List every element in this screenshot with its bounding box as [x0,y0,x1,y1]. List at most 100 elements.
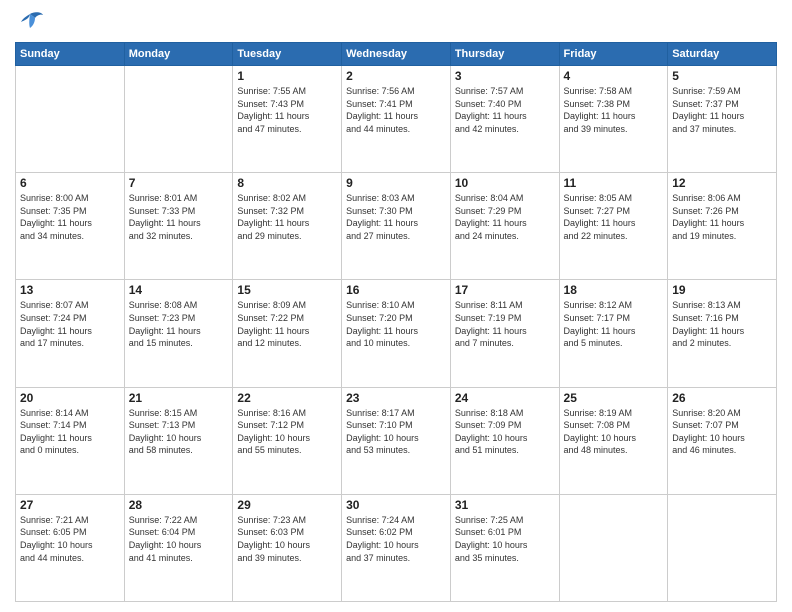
calendar-cell: 30Sunrise: 7:24 AM Sunset: 6:02 PM Dayli… [342,494,451,601]
calendar-cell: 16 Sunrise: 8:10 AM Sunset: 7:20 PM Dayli… [342,280,451,387]
day-number: 2 [346,69,446,83]
day-info: Sunrise: 7:21 AM Sunset: 6:05 PM Dayligh… [20,514,120,564]
day-info: Sunrise: 8:10 AM Sunset: 7:20 PM Dayligh… [346,299,446,349]
day-number: 5 [672,69,772,83]
day-number: 8 [237,176,337,190]
calendar-cell: 19 Sunrise: 8:13 AM Sunset: 7:16 PM Dayli… [668,280,777,387]
calendar-cell: 25 Sunrise: 8:19 AM Sunset: 7:08 PM Dayli… [559,387,668,494]
calendar-cell: 29 Sunrise: 7:23 AM Sunset: 6:03 PM Dayli… [233,494,342,601]
day-info: Sunrise: 8:01 AM Sunset: 7:33 PM Dayligh… [129,192,229,242]
day-number: 23 [346,391,446,405]
day-number: 11 [564,176,664,190]
day-info: Sunrise: 8:05 AM Sunset: 7:27 PM Dayligh… [564,192,664,242]
day-info: Sunrise: 8:08 AM Sunset: 7:23 PM Dayligh… [129,299,229,349]
day-number: 19 [672,283,772,297]
weekday-header-saturday: Saturday [668,43,777,66]
calendar-cell: 6 Sunrise: 8:00 AM Sunset: 7:35 PM Daylig… [16,173,125,280]
calendar-cell: 11 Sunrise: 8:05 AM Sunset: 7:27 PM Dayli… [559,173,668,280]
day-number: 30 [346,498,446,512]
calendar-cell [559,494,668,601]
calendar-cell: 2 Sunrise: 7:56 AM Sunset: 7:41 PM Daylig… [342,66,451,173]
day-info: Sunrise: 8:02 AM Sunset: 7:32 PM Dayligh… [237,192,337,242]
calendar-cell: 31 Sunrise: 7:25 AM Sunset: 6:01 PM Dayli… [450,494,559,601]
calendar-cell: 8 Sunrise: 8:02 AM Sunset: 7:32 PM Daylig… [233,173,342,280]
calendar-cell: 20 Sunrise: 8:14 AM Sunset: 7:14 PM Dayli… [16,387,125,494]
day-number: 31 [455,498,555,512]
day-number: 29 [237,498,337,512]
day-info: Sunrise: 8:11 AM Sunset: 7:19 PM Dayligh… [455,299,555,349]
day-number: 22 [237,391,337,405]
day-number: 9 [346,176,446,190]
calendar-cell: 24 Sunrise: 8:18 AM Sunset: 7:09 PM Dayli… [450,387,559,494]
day-number: 6 [20,176,120,190]
calendar-cell: 23 Sunrise: 8:17 AM Sunset: 7:10 PM Dayli… [342,387,451,494]
day-info: Sunrise: 8:04 AM Sunset: 7:29 PM Dayligh… [455,192,555,242]
calendar-cell: 9Sunrise: 8:03 AM Sunset: 7:30 PM Daylig… [342,173,451,280]
day-number: 20 [20,391,120,405]
day-info: Sunrise: 7:55 AM Sunset: 7:43 PM Dayligh… [237,85,337,135]
calendar-cell: 22 Sunrise: 8:16 AM Sunset: 7:12 PM Dayli… [233,387,342,494]
day-info: Sunrise: 8:15 AM Sunset: 7:13 PM Dayligh… [129,407,229,457]
day-number: 25 [564,391,664,405]
weekday-header-sunday: Sunday [16,43,125,66]
day-info: Sunrise: 7:56 AM Sunset: 7:41 PM Dayligh… [346,85,446,135]
day-info: Sunrise: 8:20 AM Sunset: 7:07 PM Dayligh… [672,407,772,457]
day-info: Sunrise: 7:57 AM Sunset: 7:40 PM Dayligh… [455,85,555,135]
day-number: 3 [455,69,555,83]
day-number: 10 [455,176,555,190]
week-row-3: 13Sunrise: 8:07 AM Sunset: 7:24 PM Dayli… [16,280,777,387]
page: SundayMondayTuesdayWednesdayThursdayFrid… [0,0,792,612]
weekday-header-row: SundayMondayTuesdayWednesdayThursdayFrid… [16,43,777,66]
calendar-cell [16,66,125,173]
day-info: Sunrise: 7:22 AM Sunset: 6:04 PM Dayligh… [129,514,229,564]
calendar-cell: 12Sunrise: 8:06 AM Sunset: 7:26 PM Dayli… [668,173,777,280]
day-info: Sunrise: 8:07 AM Sunset: 7:24 PM Dayligh… [20,299,120,349]
day-number: 17 [455,283,555,297]
week-row-2: 6 Sunrise: 8:00 AM Sunset: 7:35 PM Daylig… [16,173,777,280]
day-number: 12 [672,176,772,190]
day-number: 27 [20,498,120,512]
calendar-cell: 10 Sunrise: 8:04 AM Sunset: 7:29 PM Dayli… [450,173,559,280]
calendar-cell: 18Sunrise: 8:12 AM Sunset: 7:17 PM Dayli… [559,280,668,387]
week-row-1: 1Sunrise: 7:55 AM Sunset: 7:43 PM Daylig… [16,66,777,173]
day-info: Sunrise: 7:23 AM Sunset: 6:03 PM Dayligh… [237,514,337,564]
week-row-4: 20 Sunrise: 8:14 AM Sunset: 7:14 PM Dayli… [16,387,777,494]
weekday-header-thursday: Thursday [450,43,559,66]
day-info: Sunrise: 8:12 AM Sunset: 7:17 PM Dayligh… [564,299,664,349]
calendar-cell: 3 Sunrise: 7:57 AM Sunset: 7:40 PM Daylig… [450,66,559,173]
day-number: 4 [564,69,664,83]
day-info: Sunrise: 8:16 AM Sunset: 7:12 PM Dayligh… [237,407,337,457]
day-info: Sunrise: 8:00 AM Sunset: 7:35 PM Dayligh… [20,192,120,242]
day-info: Sunrise: 7:59 AM Sunset: 7:37 PM Dayligh… [672,85,772,135]
week-row-5: 27 Sunrise: 7:21 AM Sunset: 6:05 PM Dayli… [16,494,777,601]
day-number: 14 [129,283,229,297]
day-number: 28 [129,498,229,512]
day-info: Sunrise: 8:17 AM Sunset: 7:10 PM Dayligh… [346,407,446,457]
weekday-header-wednesday: Wednesday [342,43,451,66]
calendar-cell: 15 Sunrise: 8:09 AM Sunset: 7:22 PM Dayli… [233,280,342,387]
calendar-cell: 21Sunrise: 8:15 AM Sunset: 7:13 PM Dayli… [124,387,233,494]
calendar-cell [124,66,233,173]
header [15,10,777,34]
day-info: Sunrise: 7:58 AM Sunset: 7:38 PM Dayligh… [564,85,664,135]
day-number: 26 [672,391,772,405]
calendar-cell: 26 Sunrise: 8:20 AM Sunset: 7:07 PM Dayli… [668,387,777,494]
day-info: Sunrise: 8:09 AM Sunset: 7:22 PM Dayligh… [237,299,337,349]
day-number: 16 [346,283,446,297]
day-info: Sunrise: 8:19 AM Sunset: 7:08 PM Dayligh… [564,407,664,457]
weekday-header-tuesday: Tuesday [233,43,342,66]
day-info: Sunrise: 8:14 AM Sunset: 7:14 PM Dayligh… [20,407,120,457]
weekday-header-friday: Friday [559,43,668,66]
day-number: 7 [129,176,229,190]
day-info: Sunrise: 7:25 AM Sunset: 6:01 PM Dayligh… [455,514,555,564]
day-info: Sunrise: 8:18 AM Sunset: 7:09 PM Dayligh… [455,407,555,457]
day-number: 24 [455,391,555,405]
calendar-cell: 17 Sunrise: 8:11 AM Sunset: 7:19 PM Dayli… [450,280,559,387]
calendar-table: SundayMondayTuesdayWednesdayThursdayFrid… [15,42,777,602]
calendar-cell: 27 Sunrise: 7:21 AM Sunset: 6:05 PM Dayli… [16,494,125,601]
calendar-cell: 5 Sunrise: 7:59 AM Sunset: 7:37 PM Daylig… [668,66,777,173]
day-number: 15 [237,283,337,297]
logo [15,10,49,34]
logo-icon [15,10,45,34]
day-info: Sunrise: 8:13 AM Sunset: 7:16 PM Dayligh… [672,299,772,349]
